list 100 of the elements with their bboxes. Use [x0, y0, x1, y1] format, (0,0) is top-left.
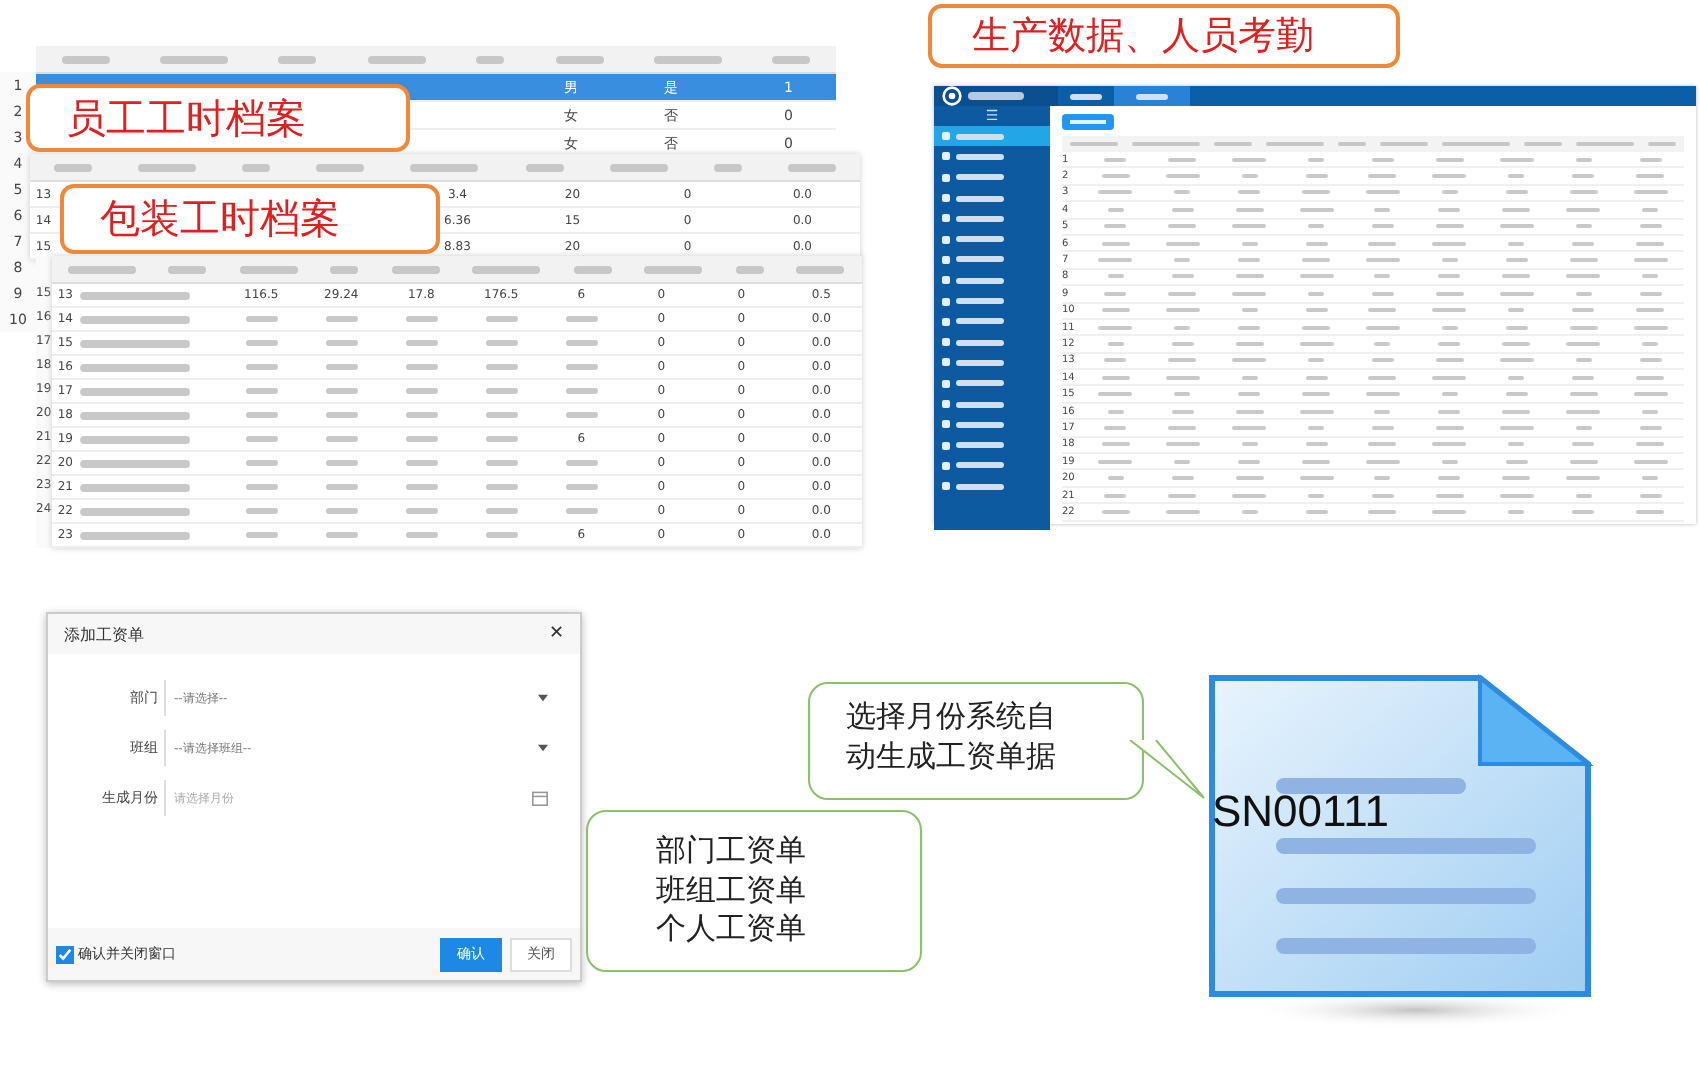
text-smudge	[1569, 325, 1598, 330]
text-smudge	[714, 163, 743, 171]
text-smudge	[565, 388, 598, 394]
text-smudge	[1171, 476, 1194, 481]
text-smudge	[405, 484, 438, 490]
text-smudge	[1636, 174, 1665, 179]
text-smudge	[1174, 459, 1191, 464]
text-smudge	[1368, 442, 1397, 447]
text-smudge	[245, 460, 278, 466]
text-smudge	[1098, 392, 1133, 397]
text-smudge	[1302, 190, 1331, 195]
text-smudge	[565, 316, 598, 322]
text-smudge	[796, 265, 845, 273]
text-smudge	[1305, 442, 1328, 447]
text-smudge	[325, 316, 358, 322]
text-smudge	[485, 460, 518, 466]
text-smudge	[1232, 157, 1267, 162]
text-smudge	[1502, 341, 1531, 346]
text-smudge	[1371, 425, 1394, 430]
text-smudge	[485, 508, 518, 514]
text-smudge	[137, 163, 196, 171]
text-smudge	[1508, 174, 1525, 179]
text-smudge	[1365, 325, 1400, 330]
text-smudge	[1104, 425, 1127, 430]
text-smudge	[1305, 308, 1328, 313]
text-smudge	[239, 265, 298, 273]
text-smudge	[1566, 341, 1601, 346]
text-smudge	[1235, 207, 1264, 212]
text-smudge	[1101, 241, 1130, 246]
text-smudge	[1441, 325, 1458, 330]
text-smudge	[168, 265, 207, 273]
text-smudge	[1232, 425, 1267, 430]
text-smudge	[1232, 358, 1267, 363]
text-smudge	[1642, 409, 1659, 414]
text-smudge	[405, 316, 438, 322]
text-smudge	[1432, 442, 1467, 447]
text-smudge	[1098, 258, 1133, 263]
text-smudge	[325, 436, 358, 442]
text-smudge	[1104, 157, 1127, 162]
text-smudge	[472, 265, 541, 273]
text-smudge	[1636, 442, 1665, 447]
text-smudge	[79, 483, 190, 491]
text-smudge	[1238, 190, 1261, 195]
text-smudge	[565, 508, 598, 514]
text-smudge	[1575, 157, 1592, 162]
text-smudge	[1633, 392, 1668, 397]
text-smudge	[1365, 258, 1400, 263]
text-smudge	[1569, 459, 1598, 464]
text-smudge	[1098, 325, 1133, 330]
heading-label: 生产数据、人员考勤	[928, 4, 1400, 68]
text-smudge	[1168, 425, 1197, 430]
text-smudge	[1171, 341, 1194, 346]
text-smudge	[325, 532, 358, 538]
text-smudge	[1499, 425, 1534, 430]
text-smudge	[485, 364, 518, 370]
text-smudge	[1505, 392, 1528, 397]
sidebar-item[interactable]	[934, 126, 1050, 147]
text-smudge	[788, 163, 837, 171]
text-smudge	[1365, 459, 1400, 464]
text-smudge	[278, 55, 317, 63]
text-smudge	[653, 55, 722, 63]
text-smudge	[1642, 207, 1659, 212]
text-smudge	[1502, 274, 1531, 279]
text-smudge	[79, 387, 190, 395]
checkbox[interactable]	[56, 945, 74, 963]
text-smudge	[485, 412, 518, 418]
text-smudge	[1441, 459, 1458, 464]
text-smudge	[1502, 476, 1531, 481]
query-button[interactable]	[1062, 114, 1114, 130]
text-smudge	[1508, 509, 1525, 514]
text-smudge	[245, 508, 278, 514]
text-smudge	[1299, 274, 1334, 279]
text-smudge	[1101, 375, 1130, 380]
text-smudge	[405, 388, 438, 394]
text-smudge	[1232, 224, 1267, 229]
text-smudge	[1308, 224, 1325, 229]
text-smudge	[53, 163, 92, 171]
text-smudge	[1441, 258, 1458, 263]
text-smudge	[1505, 258, 1528, 263]
text-smudge	[1299, 476, 1334, 481]
text-smudge	[1165, 375, 1200, 380]
text-smudge	[245, 484, 278, 490]
text-smudge	[1299, 409, 1334, 414]
text-smudge	[242, 163, 271, 171]
text-smudge	[1371, 157, 1394, 162]
text-smudge	[1241, 308, 1258, 313]
text-smudge	[1235, 476, 1264, 481]
text-smudge	[1238, 392, 1261, 397]
text-smudge	[79, 291, 190, 299]
text-smudge	[1107, 341, 1124, 346]
close-icon[interactable]: ✕	[548, 624, 564, 644]
text-smudge	[1107, 274, 1124, 279]
text-smudge	[1432, 174, 1467, 179]
text-smudge	[1639, 291, 1662, 296]
tab[interactable]	[1114, 86, 1190, 106]
text-smudge	[1435, 291, 1464, 296]
text-smudge	[1438, 341, 1461, 346]
text-smudge	[1575, 291, 1592, 296]
text-smudge	[1566, 409, 1601, 414]
text-smudge	[1575, 425, 1592, 430]
